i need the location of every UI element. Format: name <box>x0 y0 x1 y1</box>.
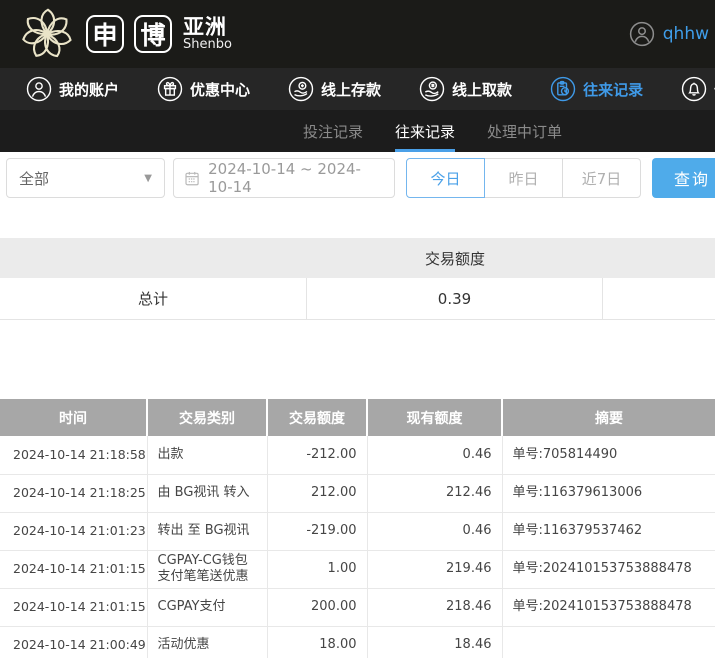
table-row: 2024-10-14 21:18:25 由 BG视讯 转入 212.00 212… <box>0 474 715 512</box>
cell-amount: 1.00 <box>267 550 367 588</box>
cell-balance: 0.46 <box>367 436 502 474</box>
site-logo[interactable]: 申 博 亚洲 Shenbo <box>18 6 232 62</box>
main-navigation: 我的账户 优惠中心 线上存款 <box>0 68 715 110</box>
user-avatar-icon <box>629 21 655 47</box>
type-select-value: 全部 <box>19 168 49 189</box>
logo-char-bo: 博 <box>134 15 172 53</box>
cell-amount: -219.00 <box>267 512 367 550</box>
tab-transaction-records[interactable]: 往来记录 <box>395 110 455 152</box>
cell-type: 活动优惠 <box>147 626 267 658</box>
cell-balance: 218.46 <box>367 588 502 626</box>
date-range-value: 2024-10-14 ~ 2024-10-14 <box>208 160 384 196</box>
filter-bar: 全部 ▼ 2024-10-14 ~ 2024-10-14 今日 昨日 近7日 查… <box>0 152 715 216</box>
cell-type: CGPAY-CG钱包支付笔笔送优惠 <box>147 550 267 588</box>
nav-label: 优惠中心 <box>190 79 250 100</box>
bell-icon <box>681 76 707 102</box>
table-row: 2024-10-14 21:18:58 出款 -212.00 0.46 单号:7… <box>0 436 715 474</box>
summary-total-label: 总计 <box>0 278 307 319</box>
records-table: 时间 交易类别 交易额度 现有额度 摘要 2024-10-14 21:18:58… <box>0 399 715 658</box>
records-icon <box>550 76 576 102</box>
yesterday-button[interactable]: 昨日 <box>484 158 563 198</box>
cell-time: 2024-10-14 21:00:49 <box>0 626 147 658</box>
nav-label: 线上存款 <box>321 79 381 100</box>
withdraw-icon <box>419 76 445 102</box>
nav-item-deposit[interactable]: 线上存款 <box>288 76 381 102</box>
nav-label: 往来记录 <box>583 79 643 100</box>
cell-memo: 单号:116379613006 <box>502 474 715 512</box>
records-header-row: 时间 交易类别 交易额度 现有额度 摘要 <box>0 399 715 436</box>
cell-type: CGPAY支付 <box>147 588 267 626</box>
cell-balance: 18.46 <box>367 626 502 658</box>
nav-item-messages[interactable]: 信息 <box>681 76 715 102</box>
type-select[interactable]: 全部 ▼ <box>6 158 165 198</box>
cell-time: 2024-10-14 21:01:23 <box>0 512 147 550</box>
col-header-balance: 现有额度 <box>367 399 502 436</box>
cell-type: 转出 至 BG视讯 <box>147 512 267 550</box>
logo-region-block: 亚洲 Shenbo <box>183 16 232 52</box>
logo-region: 亚洲 <box>183 16 232 38</box>
nav-item-transactions[interactable]: 往来记录 <box>550 76 643 102</box>
cell-balance: 212.46 <box>367 474 502 512</box>
cell-time: 2024-10-14 21:01:15 <box>0 550 147 588</box>
cell-amount: 18.00 <box>267 626 367 658</box>
summary-table: 交易额度 总计 0.39 <box>0 238 715 320</box>
logo-subtitle: Shenbo <box>183 38 232 52</box>
cell-type: 由 BG视讯 转入 <box>147 474 267 512</box>
today-button[interactable]: 今日 <box>406 158 485 198</box>
table-row: 2024-10-14 21:01:15 CGPAY-CG钱包支付笔笔送优惠 1.… <box>0 550 715 588</box>
table-row: 2024-10-14 21:00:49 活动优惠 18.00 18.46 <box>0 626 715 658</box>
nav-label: 线上取款 <box>452 79 512 100</box>
date-range-input[interactable]: 2024-10-14 ~ 2024-10-14 <box>173 158 395 198</box>
cell-amount: 212.00 <box>267 474 367 512</box>
deposit-icon <box>288 76 314 102</box>
search-button[interactable]: 查询 <box>652 158 715 198</box>
cell-balance: 0.46 <box>367 512 502 550</box>
cell-memo: 单号:202410153753888478 <box>502 588 715 626</box>
nav-item-withdraw[interactable]: 线上取款 <box>419 76 512 102</box>
nav-item-my-account[interactable]: 我的账户 <box>26 76 119 102</box>
cell-time: 2024-10-14 21:18:58 <box>0 436 147 474</box>
table-row: 2024-10-14 21:01:15 CGPAY支付 200.00 218.4… <box>0 588 715 626</box>
user-icon <box>26 76 52 102</box>
last7days-button[interactable]: 近7日 <box>562 158 641 198</box>
summary-total-row: 总计 0.39 <box>0 278 715 320</box>
site-header: 申 博 亚洲 Shenbo qhhw <box>0 0 715 68</box>
summary-header-row: 交易额度 <box>0 238 715 278</box>
col-header-time: 时间 <box>0 399 147 436</box>
logo-char-shen: 申 <box>86 15 124 53</box>
cell-memo: 单号:116379537462 <box>502 512 715 550</box>
col-header-memo: 摘要 <box>502 399 715 436</box>
col-header-type: 交易类别 <box>147 399 267 436</box>
tab-pending-orders[interactable]: 处理中订单 <box>487 110 562 152</box>
cell-memo: 单号:202410153753888478 <box>502 550 715 588</box>
cell-time: 2024-10-14 21:18:25 <box>0 474 147 512</box>
summary-empty-cell <box>603 278 715 319</box>
cell-type: 出款 <box>147 436 267 474</box>
nav-label: 我的账户 <box>59 79 119 100</box>
quick-date-buttons: 今日 昨日 近7日 <box>406 158 641 198</box>
account-widget[interactable]: qhhw <box>629 21 709 47</box>
sub-navigation: 投注记录 往来记录 处理中订单 <box>0 110 715 152</box>
tab-betting-records[interactable]: 投注记录 <box>303 110 363 152</box>
table-row: 2024-10-14 21:01:23 转出 至 BG视讯 -219.00 0.… <box>0 512 715 550</box>
gift-icon <box>157 76 183 102</box>
nav-item-promotions[interactable]: 优惠中心 <box>157 76 250 102</box>
cell-amount: -212.00 <box>267 436 367 474</box>
cell-amount: 200.00 <box>267 588 367 626</box>
username[interactable]: qhhw <box>663 24 709 44</box>
cell-memo: 单号:705814490 <box>502 436 715 474</box>
calendar-icon <box>184 169 200 187</box>
cell-balance: 219.46 <box>367 550 502 588</box>
summary-header-label: 交易额度 <box>307 238 603 278</box>
chevron-down-icon: ▼ <box>144 173 152 184</box>
summary-total-value: 0.39 <box>307 278 603 319</box>
cell-memo <box>502 626 715 658</box>
col-header-amount: 交易额度 <box>267 399 367 436</box>
flower-logo-icon <box>18 6 76 62</box>
transaction-records-page: 申 博 亚洲 Shenbo qhhw 我的账户 <box>0 0 715 658</box>
cell-time: 2024-10-14 21:01:15 <box>0 588 147 626</box>
